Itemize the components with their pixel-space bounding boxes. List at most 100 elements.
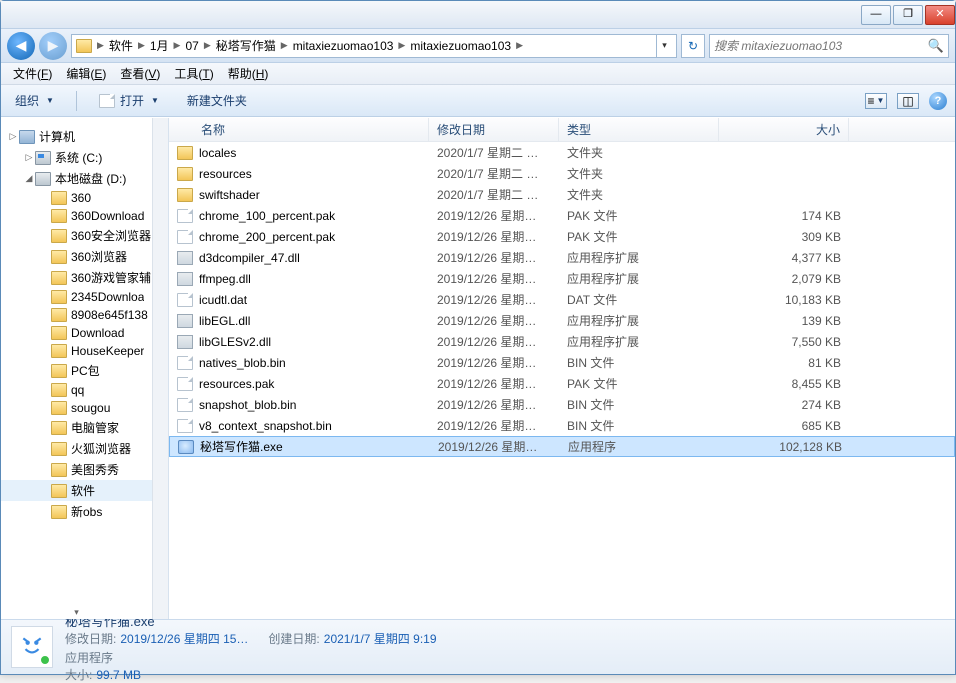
tree-item[interactable]: 新obs: [1, 501, 168, 522]
file-icon: [177, 377, 193, 391]
column-name[interactable]: 名称: [169, 118, 429, 141]
folder-icon: [177, 188, 193, 202]
breadcrumb-item[interactable]: mitaxiezuomao103: [406, 39, 515, 53]
forward-button[interactable]: ▶: [39, 32, 67, 60]
maximize-button[interactable]: ❐: [893, 5, 923, 25]
scroll-down-arrow[interactable]: ▾: [1, 605, 152, 619]
tree-label: 2345Downloa: [71, 290, 144, 304]
tree-item[interactable]: 8908e645f138: [1, 306, 168, 324]
chevron-down-icon: ▼: [151, 96, 159, 105]
navigation-tree[interactable]: ▷ 计算机 ▷系统 (C:)◢本地磁盘 (D:)360360Download360安…: [1, 118, 169, 619]
breadcrumb-item[interactable]: 软件: [105, 37, 137, 54]
file-row[interactable]: natives_blob.bin2019/12/26 星期…BIN 文件81 K…: [169, 352, 955, 373]
tree-item[interactable]: 360安全浏览器: [1, 225, 168, 246]
tree-item[interactable]: sougou: [1, 399, 168, 417]
chevron-down-icon: ▼: [46, 96, 54, 105]
folder-icon: [51, 401, 67, 415]
back-button[interactable]: ◀: [7, 32, 35, 60]
column-date[interactable]: 修改日期: [429, 118, 559, 141]
tree-item[interactable]: 360游戏管家辅: [1, 267, 168, 288]
breadcrumb-item[interactable]: mitaxiezuomao103: [289, 39, 398, 53]
expand-icon[interactable]: ▷: [23, 152, 35, 163]
file-row[interactable]: chrome_200_percent.pak2019/12/26 星期…PAK …: [169, 226, 955, 247]
tree-item[interactable]: 360浏览器: [1, 246, 168, 267]
menu-t[interactable]: 工具(T): [168, 63, 219, 84]
file-type: 文件夹: [559, 165, 719, 182]
file-row[interactable]: chrome_100_percent.pak2019/12/26 星期…PAK …: [169, 205, 955, 226]
scrollbar[interactable]: [152, 118, 168, 619]
menu-v[interactable]: 查看(V): [114, 63, 166, 84]
file-row[interactable]: d3dcompiler_47.dll2019/12/26 星期…应用程序扩展4,…: [169, 247, 955, 268]
file-type: 应用程序扩展: [559, 333, 719, 350]
expand-icon[interactable]: ◢: [23, 173, 35, 184]
tree-item[interactable]: ◢本地磁盘 (D:): [1, 168, 168, 189]
chevron-right-icon[interactable]: ▶: [96, 40, 105, 51]
file-row[interactable]: swiftshader2020/1/7 星期二 …文件夹: [169, 184, 955, 205]
expand-icon[interactable]: ▷: [7, 131, 19, 142]
file-name: chrome_100_percent.pak: [199, 209, 335, 223]
refresh-button[interactable]: ↻: [681, 34, 705, 58]
file-row[interactable]: locales2020/1/7 星期二 …文件夹: [169, 142, 955, 163]
search-box[interactable]: 🔍: [709, 34, 949, 58]
address-dropdown[interactable]: ▾: [656, 35, 672, 57]
close-button[interactable]: ✕: [925, 5, 955, 25]
tree-item[interactable]: HouseKeeper: [1, 342, 168, 360]
tree-item[interactable]: 软件: [1, 480, 168, 501]
tree-label: sougou: [71, 401, 110, 415]
tree-item[interactable]: ▷ 计算机: [1, 126, 168, 147]
view-options-button[interactable]: ≡ ▼: [865, 93, 887, 109]
tree-item[interactable]: ▷系统 (C:): [1, 147, 168, 168]
file-row[interactable]: snapshot_blob.bin2019/12/26 星期…BIN 文件274…: [169, 394, 955, 415]
column-type[interactable]: 类型: [559, 118, 719, 141]
file-date: 2020/1/7 星期二 …: [429, 186, 559, 203]
tree-item[interactable]: 美图秀秀: [1, 459, 168, 480]
file-row[interactable]: libEGL.dll2019/12/26 星期…应用程序扩展139 KB: [169, 310, 955, 331]
tree-item[interactable]: 火狐浏览器: [1, 438, 168, 459]
file-thumbnail: [11, 626, 53, 668]
file-row[interactable]: icudtl.dat2019/12/26 星期…DAT 文件10,183 KB: [169, 289, 955, 310]
breadcrumb-item[interactable]: 1月: [146, 37, 173, 54]
tree-item[interactable]: PC包: [1, 360, 168, 381]
tree-item[interactable]: 360: [1, 189, 168, 207]
tree-item[interactable]: 2345Downloa: [1, 288, 168, 306]
file-row[interactable]: ffmpeg.dll2019/12/26 星期…应用程序扩展2,079 KB: [169, 268, 955, 289]
tree-item[interactable]: Download: [1, 324, 168, 342]
organize-button[interactable]: 组织▼: [9, 89, 60, 112]
tree-item[interactable]: 电脑管家: [1, 417, 168, 438]
preview-pane-button[interactable]: ◫: [897, 93, 919, 109]
file-name: natives_blob.bin: [199, 356, 286, 370]
tree-label: 360浏览器: [71, 248, 127, 265]
column-size[interactable]: 大小: [719, 118, 849, 141]
folder-icon: [51, 271, 67, 285]
file-size: 7,550 KB: [719, 335, 849, 349]
file-row[interactable]: v8_context_snapshot.bin2019/12/26 星期…BIN…: [169, 415, 955, 436]
menu-e[interactable]: 编辑(E): [60, 63, 112, 84]
titlebar[interactable]: — ❐ ✕: [1, 1, 955, 29]
new-folder-button[interactable]: 新建文件夹: [181, 89, 253, 112]
menu-h[interactable]: 帮助(H): [222, 63, 275, 84]
file-row[interactable]: resources2020/1/7 星期二 …文件夹: [169, 163, 955, 184]
help-button[interactable]: ?: [929, 92, 947, 110]
file-row[interactable]: 秘塔写作猫.exe2019/12/26 星期…应用程序102,128 KB: [169, 436, 955, 457]
file-name: icudtl.dat: [199, 293, 247, 307]
file-row[interactable]: libGLESv2.dll2019/12/26 星期…应用程序扩展7,550 K…: [169, 331, 955, 352]
tree-item[interactable]: 360Download: [1, 207, 168, 225]
tree-label: 计算机: [39, 128, 75, 145]
details-created: 2021/1/7 星期四 9:19: [324, 632, 437, 646]
minimize-button[interactable]: —: [861, 5, 891, 25]
breadcrumb-item[interactable]: 秘塔写作猫: [212, 37, 280, 54]
file-date: 2019/12/26 星期…: [430, 438, 560, 455]
command-bar: 组织▼ 打开▼ 新建文件夹 ≡ ▼ ◫ ?: [1, 85, 955, 117]
file-row[interactable]: resources.pak2019/12/26 星期…PAK 文件8,455 K…: [169, 373, 955, 394]
file-size: 4,377 KB: [719, 251, 849, 265]
address-bar[interactable]: ▶ 软件▶ 1月▶ 07▶ 秘塔写作猫▶ mitaxiezuomao103▶ m…: [71, 34, 677, 58]
search-icon[interactable]: 🔍: [928, 38, 944, 54]
file-list-body[interactable]: locales2020/1/7 星期二 …文件夹resources2020/1/…: [169, 142, 955, 619]
tree-item[interactable]: qq: [1, 381, 168, 399]
file-date: 2020/1/7 星期二 …: [429, 144, 559, 161]
open-button[interactable]: 打开▼: [93, 89, 165, 112]
menu-f[interactable]: 文件(F): [7, 63, 58, 84]
file-name: swiftshader: [199, 188, 260, 202]
breadcrumb-item[interactable]: 07: [181, 39, 202, 53]
search-input[interactable]: [714, 39, 928, 53]
